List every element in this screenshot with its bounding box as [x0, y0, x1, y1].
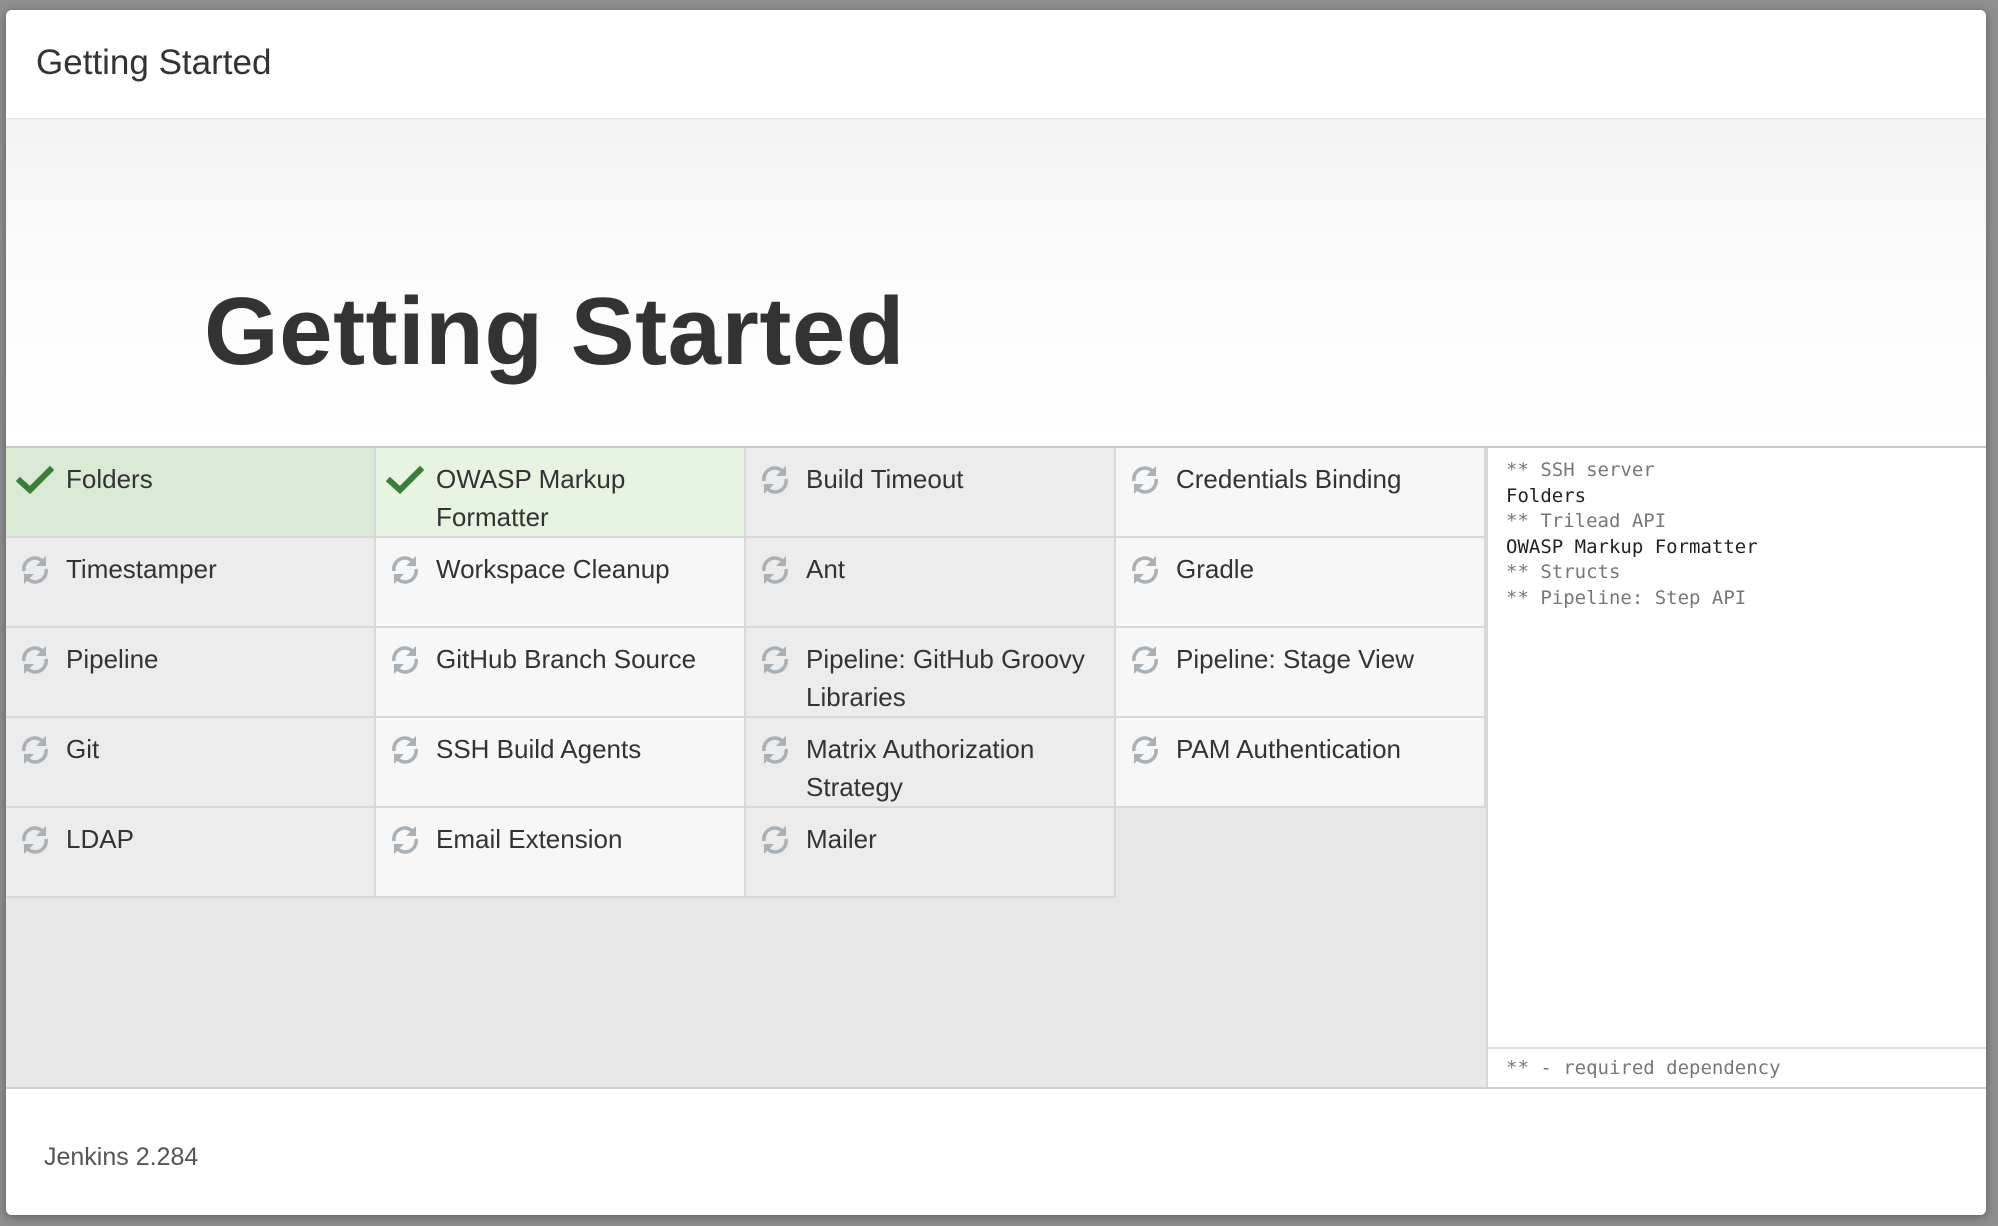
hero-section: Getting Started [6, 119, 1986, 552]
jenkins-version: Jenkins 2.284 [44, 1143, 199, 1171]
refresh-icon [756, 644, 794, 676]
refresh-icon [386, 734, 424, 766]
plugin-item: Git [6, 718, 376, 808]
plugin-name: Timestamper [66, 554, 217, 584]
plugin-name: PAM Authentication [1176, 734, 1401, 764]
refresh-icon [756, 824, 794, 856]
refresh-icon [756, 554, 794, 586]
modal-title: Getting Started [36, 43, 272, 82]
refresh-icon [1126, 644, 1164, 676]
plugin-name: Mailer [806, 824, 877, 854]
plugin-item: Matrix Authorization Strategy [746, 718, 1116, 808]
plugin-name: Ant [806, 554, 846, 584]
log-line: ** SSH server [1506, 459, 1655, 481]
refresh-icon [1126, 554, 1164, 586]
plugin-item: OWASP Markup Formatter [376, 448, 746, 538]
refresh-icon [386, 824, 424, 856]
plugin-item: Pipeline: GitHub Groovy Libraries [746, 628, 1116, 718]
plugin-item: Timestamper [6, 538, 376, 628]
plugin-name: GitHub Branch Source [436, 644, 697, 674]
page-title: Getting Started [204, 278, 905, 385]
plugin-name: Git [66, 734, 100, 764]
plugin-name: Matrix Authorization Strategy [806, 734, 1035, 802]
refresh-icon [386, 554, 424, 586]
plugin-item: Mailer [746, 808, 1116, 898]
install-log: ** SSH server Folders ** Trilead API OWASP … [1506, 458, 1758, 611]
plugin-item: GitHub Branch Source [376, 628, 746, 718]
refresh-icon [1126, 464, 1164, 496]
refresh-icon [16, 734, 54, 766]
refresh-icon [386, 644, 424, 676]
refresh-icon [756, 464, 794, 496]
plugin-item: SSH Build Agents [376, 718, 746, 808]
plugin-name: SSH Build Agents [436, 734, 642, 764]
refresh-icon [16, 824, 54, 856]
plugin-item: Pipeline: Stage View [1116, 628, 1486, 718]
plugin-name: Folders [66, 464, 153, 494]
refresh-icon [16, 644, 54, 676]
install-log-pane[interactable]: ** SSH server Folders ** Trilead API OWASP … [1486, 448, 1986, 1087]
plugin-name: Build Timeout [806, 464, 964, 494]
plugin-name: Workspace Cleanup [436, 554, 670, 584]
plugin-item: Credentials Binding [1116, 448, 1486, 538]
log-line: ** Pipeline: Step API [1506, 586, 1747, 609]
check-icon [16, 464, 54, 496]
plugin-item: Email Extension [376, 808, 746, 898]
plugin-item: Pipeline [6, 628, 376, 718]
log-line: OWASP Markup Formatter [1506, 535, 1758, 558]
plugin-item: Workspace Cleanup [376, 538, 746, 628]
log-legend: ** - required dependency [1488, 1047, 1986, 1087]
plugin-item: Build Timeout [746, 448, 1116, 538]
plugin-name: Credentials Binding [1176, 464, 1402, 494]
plugin-item: PAM Authentication [1116, 718, 1486, 808]
plugin-name: Gradle [1176, 554, 1255, 584]
plugin-item: Folders [6, 448, 376, 538]
plugin-name: Pipeline [66, 644, 159, 674]
log-line: ** Trilead API [1506, 510, 1667, 532]
refresh-icon [1126, 734, 1164, 766]
setup-wizard-dialog: Getting Started Getting Started Folders O… [6, 10, 1986, 1215]
plugin-item: Ant [746, 538, 1116, 628]
refresh-icon [756, 734, 794, 766]
plugin-name: OWASP Markup Formatter [436, 464, 626, 532]
plugin-name: Pipeline: GitHub Groovy Libraries [806, 644, 1085, 712]
plugin-item: Gradle [1116, 538, 1486, 628]
log-line: Folders [1506, 484, 1587, 507]
check-icon [386, 464, 424, 496]
plugin-item: LDAP [6, 808, 376, 898]
install-content: Folders OWASP Markup Formatter Build Timeo… [6, 446, 1986, 1087]
plugin-name: Email Extension [436, 824, 623, 854]
modal-footer: Jenkins 2.284 [6, 1087, 1986, 1215]
log-line: ** Structs [1506, 561, 1621, 583]
plugin-name: LDAP [66, 824, 134, 854]
modal-header: Getting Started [6, 10, 1986, 119]
plugin-list: Folders OWASP Markup Formatter Build Timeo… [6, 448, 1486, 898]
plugin-name: Pipeline: Stage View [1176, 644, 1415, 674]
refresh-icon [16, 554, 54, 586]
